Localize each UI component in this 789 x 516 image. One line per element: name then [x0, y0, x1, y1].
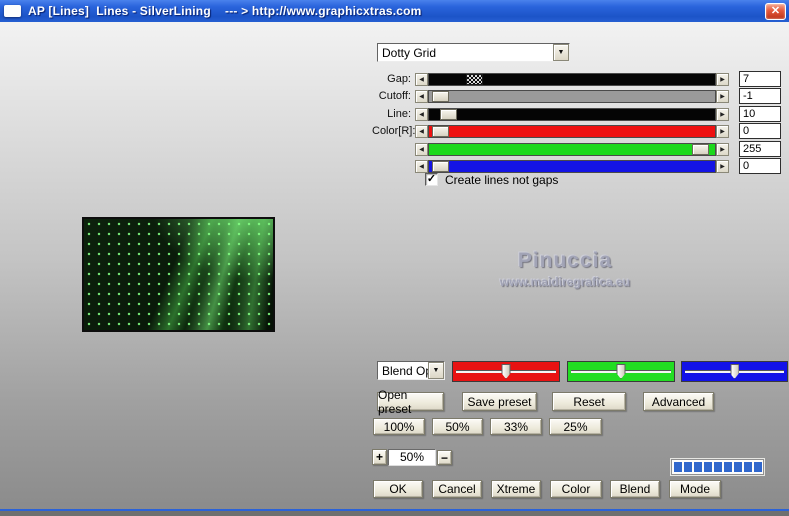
- zoom-in-button[interactable]: +: [372, 449, 387, 465]
- slider-right-arrow-icon[interactable]: ▶: [716, 107, 729, 121]
- progress-segment: [684, 462, 692, 472]
- zoom-out-button[interactable]: −: [437, 450, 452, 465]
- red-channel-slider[interactable]: [452, 361, 560, 382]
- slider-track[interactable]: [428, 124, 716, 138]
- slider-row-cutoff: Cutoff: ◀ ▶ -1: [372, 88, 781, 104]
- slider-row-gap: Gap: ◀ ▶ 7: [372, 71, 781, 87]
- slider-right-arrow-icon[interactable]: ▶: [716, 72, 729, 86]
- xtreme-button[interactable]: Xtreme: [491, 480, 541, 498]
- slider-value-input[interactable]: 7: [739, 71, 781, 87]
- zoom-100-button[interactable]: 100%: [373, 418, 425, 435]
- close-icon: ✕: [770, 5, 781, 17]
- slider-track[interactable]: [428, 107, 716, 121]
- blue-channel-slider[interactable]: [681, 361, 788, 382]
- check-icon: ✓: [426, 173, 437, 185]
- slider-value-input[interactable]: 10: [739, 106, 781, 122]
- zoom-25-button[interactable]: 25%: [549, 418, 602, 435]
- slider-row-color-red: Color[R]: ◀ ▶ 0: [372, 123, 781, 139]
- slider-left-arrow-icon[interactable]: ◀: [415, 142, 428, 156]
- blend-options-dropdown[interactable]: Blend Opti ▼: [377, 361, 445, 380]
- blue-channel-slider-thumb[interactable]: [730, 364, 739, 379]
- window-bottom-edge: [0, 511, 789, 516]
- close-button[interactable]: ✕: [765, 3, 786, 20]
- slider-row-color-green: ◀ ▶ 255: [372, 141, 781, 157]
- slider-track[interactable]: [428, 89, 716, 103]
- green-channel-slider-thumb[interactable]: [616, 364, 626, 379]
- plugin-dialog-window: AP [Lines] Lines - SilverLining --- > ht…: [0, 0, 789, 516]
- progress-segment: [704, 462, 712, 472]
- slider-value-input[interactable]: 255: [739, 141, 781, 157]
- slider-right-arrow-icon[interactable]: ▶: [716, 89, 729, 103]
- slider-thumb[interactable]: [431, 160, 449, 172]
- slider-thumb[interactable]: [466, 73, 484, 85]
- slider-label: Color[R]:: [372, 125, 416, 137]
- slider-thumb[interactable]: [431, 125, 449, 137]
- slider-track[interactable]: [428, 72, 716, 86]
- slider-track[interactable]: [428, 142, 716, 156]
- green-channel-slider[interactable]: [567, 361, 675, 382]
- filter-preview-image[interactable]: [82, 217, 275, 332]
- chevron-down-icon[interactable]: ▼: [428, 362, 444, 379]
- preset-dropdown[interactable]: Dotty Grid ▼: [377, 43, 570, 62]
- ok-button[interactable]: OK: [373, 480, 423, 498]
- slider-thumb[interactable]: [692, 143, 710, 155]
- progress-bar: [671, 459, 764, 475]
- slider-thumb[interactable]: [431, 90, 449, 102]
- preset-dropdown-value: Dotty Grid: [382, 45, 437, 60]
- progress-segment: [754, 462, 762, 472]
- progress-segment: [714, 462, 722, 472]
- red-channel-slider-thumb[interactable]: [501, 364, 511, 379]
- slider-right-arrow-icon[interactable]: ▶: [716, 159, 729, 173]
- slider-left-arrow-icon[interactable]: ◀: [415, 72, 428, 86]
- slider-left-arrow-icon[interactable]: ◀: [415, 89, 428, 103]
- mode-button[interactable]: Mode: [669, 480, 721, 498]
- save-preset-button[interactable]: Save preset: [462, 392, 537, 411]
- slider-value-input[interactable]: 0: [739, 158, 781, 174]
- progress-segment: [724, 462, 732, 472]
- reset-button[interactable]: Reset: [552, 392, 626, 411]
- slider-label: Line:: [387, 108, 411, 120]
- create-lines-checkbox[interactable]: ✓: [425, 173, 438, 186]
- open-preset-button[interactable]: Open preset: [377, 388, 444, 416]
- slider-track[interactable]: [428, 159, 716, 173]
- slider-thumb[interactable]: [440, 108, 458, 120]
- slider-row-color-blue: ◀ ▶ 0: [372, 158, 781, 174]
- chevron-down-icon[interactable]: ▼: [553, 44, 569, 61]
- slider-label: Gap:: [387, 73, 411, 85]
- slider-right-arrow-icon[interactable]: ▶: [716, 142, 729, 156]
- create-lines-checkbox-label: Create lines not gaps: [445, 173, 559, 187]
- progress-segment: [734, 462, 742, 472]
- slider-left-arrow-icon[interactable]: ◀: [415, 124, 428, 138]
- cancel-button[interactable]: Cancel: [432, 480, 482, 498]
- slider-value-input[interactable]: 0: [739, 123, 781, 139]
- slider-left-arrow-icon[interactable]: ◀: [415, 107, 428, 121]
- window-title: AP [Lines] Lines - SilverLining --- > ht…: [28, 4, 422, 18]
- zoom-33-button[interactable]: 33%: [490, 418, 542, 435]
- watermark-name: Pinuccia: [517, 249, 613, 272]
- progress-segment: [694, 462, 702, 472]
- advanced-button[interactable]: Advanced: [643, 392, 714, 411]
- titlebar[interactable]: AP [Lines] Lines - SilverLining --- > ht…: [0, 0, 789, 22]
- color-button[interactable]: Color: [550, 480, 602, 498]
- progress-segment: [674, 462, 682, 472]
- watermark-url: www.maidiregrafica.eu: [499, 275, 631, 289]
- app-icon: [4, 5, 21, 17]
- slider-left-arrow-icon[interactable]: ◀: [415, 159, 428, 173]
- slider-label: Cutoff:: [378, 90, 411, 102]
- blend-options-dropdown-value: Blend Opti: [382, 363, 428, 378]
- zoom-level-field[interactable]: 50%: [388, 449, 436, 466]
- slider-value-input[interactable]: -1: [739, 88, 781, 104]
- blend-button[interactable]: Blend: [610, 480, 660, 498]
- progress-segment: [744, 462, 752, 472]
- slider-right-arrow-icon[interactable]: ▶: [716, 124, 729, 138]
- slider-row-line: Line: ◀ ▶ 10: [372, 106, 781, 122]
- zoom-50-button[interactable]: 50%: [432, 418, 483, 435]
